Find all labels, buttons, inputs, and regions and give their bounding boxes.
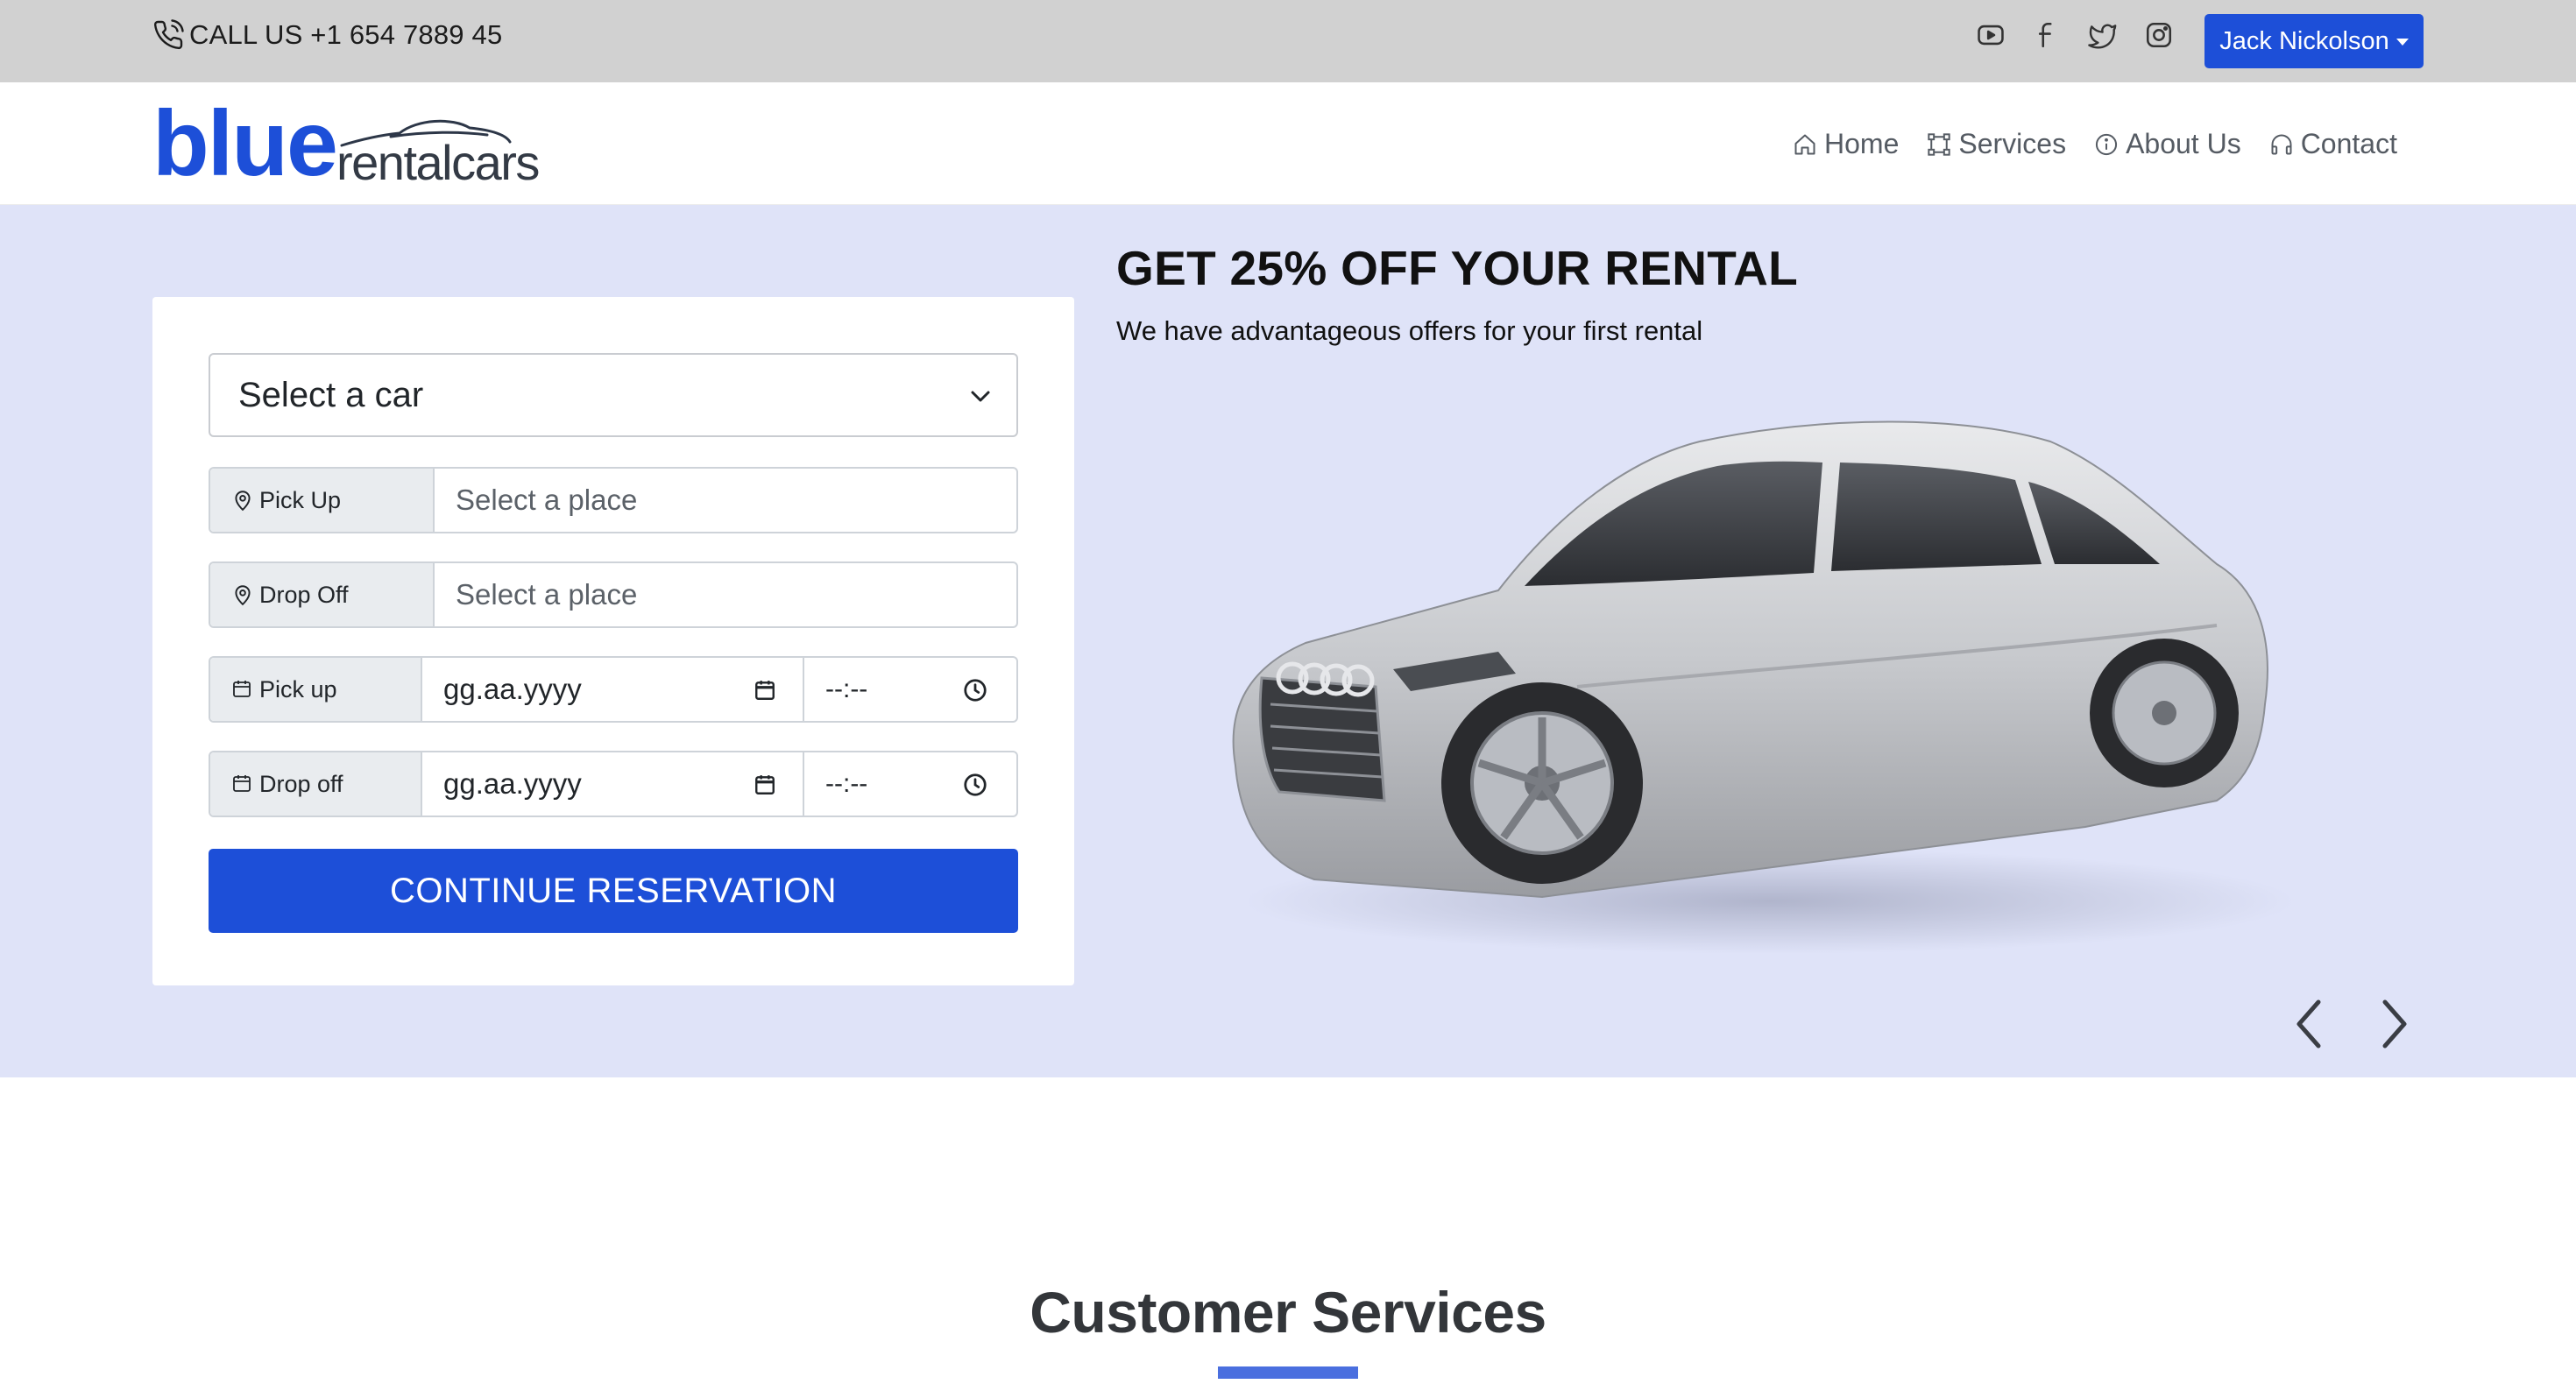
promo-subtitle: We have advantageous offers for your fir… bbox=[1116, 315, 1703, 346]
pickup-location-input[interactable]: Select a place bbox=[435, 469, 1016, 532]
logo-brand: blue bbox=[152, 92, 338, 195]
services-icon bbox=[1927, 132, 1951, 157]
navbar: blue rentalcars Home Services About Us C… bbox=[0, 82, 2576, 205]
nav-services[interactable]: Services bbox=[1927, 128, 2066, 160]
calendar-picker-icon[interactable] bbox=[754, 679, 776, 702]
calendar-icon bbox=[231, 773, 254, 795]
dropoff-time-input[interactable]: --:-- bbox=[804, 752, 1016, 816]
title-underline bbox=[1218, 1366, 1358, 1379]
social-links bbox=[1975, 19, 2175, 51]
headphones-icon bbox=[2269, 132, 2294, 157]
nav-contact-label: Contact bbox=[2300, 128, 2397, 159]
call-us[interactable]: CALL US +1 654 7889 45 bbox=[152, 18, 502, 53]
chevron-down-icon bbox=[971, 391, 990, 402]
dropoff-datetime-group: Drop off gg.aa.yyyy --:-- bbox=[209, 751, 1018, 817]
dropoff-location-label: Drop Off bbox=[210, 563, 435, 626]
dropoff-location-input[interactable]: Select a place bbox=[435, 563, 1016, 626]
instagram-icon[interactable] bbox=[2143, 19, 2175, 51]
hero-section: Select a car Pick Up Select a place Drop… bbox=[0, 205, 2576, 1077]
calendar-icon bbox=[231, 678, 254, 701]
car-select[interactable]: Select a car bbox=[209, 353, 1018, 437]
reservation-form: Select a car Pick Up Select a place Drop… bbox=[152, 297, 1074, 985]
facebook-icon[interactable] bbox=[2031, 19, 2063, 51]
nav-home[interactable]: Home bbox=[1793, 128, 1899, 160]
top-bar: CALL US +1 654 7889 45 Jack Nickolson bbox=[0, 0, 2576, 82]
nav-contact[interactable]: Contact bbox=[2269, 128, 2397, 160]
car-select-value: Select a car bbox=[238, 375, 424, 414]
pickup-datetime-group: Pick up gg.aa.yyyy --:-- bbox=[209, 656, 1018, 723]
info-icon bbox=[2094, 132, 2119, 157]
logo-tagline: rentalcars bbox=[336, 135, 540, 190]
user-menu-button[interactable]: Jack Nickolson bbox=[2204, 14, 2424, 68]
continue-reservation-button[interactable]: CONTINUE RESERVATION bbox=[209, 849, 1018, 933]
carousel-next-arrow[interactable] bbox=[2373, 993, 2417, 1055]
location-pin-icon bbox=[231, 489, 254, 512]
caret-down-icon bbox=[2396, 39, 2409, 46]
clock-icon[interactable] bbox=[962, 677, 988, 703]
pickup-location-group: Pick Up Select a place bbox=[209, 467, 1018, 533]
nav-about-label: About Us bbox=[2126, 128, 2241, 159]
pickup-time-input[interactable]: --:-- bbox=[804, 658, 1016, 721]
main-nav: Home Services About Us Contact bbox=[1793, 128, 2397, 160]
pickup-date-input[interactable]: gg.aa.yyyy bbox=[422, 658, 804, 721]
customer-services-title: Customer Services bbox=[1030, 1280, 1546, 1345]
phone-icon bbox=[152, 19, 184, 51]
dropoff-date-label: Drop off bbox=[210, 752, 422, 816]
car-image bbox=[1232, 420, 2296, 954]
location-pin-icon bbox=[231, 583, 254, 606]
clock-icon[interactable] bbox=[962, 772, 988, 798]
twitter-icon[interactable] bbox=[2087, 19, 2119, 51]
logo[interactable]: blue rentalcars bbox=[152, 92, 540, 195]
dropoff-date-input[interactable]: gg.aa.yyyy bbox=[422, 752, 804, 816]
nav-services-label: Services bbox=[1958, 128, 2067, 159]
nav-home-label: Home bbox=[1824, 128, 1900, 159]
pickup-location-label: Pick Up bbox=[210, 469, 435, 532]
nav-about[interactable]: About Us bbox=[2094, 128, 2241, 160]
pickup-date-label: Pick up bbox=[210, 658, 422, 721]
call-us-text: CALL US +1 654 7889 45 bbox=[189, 19, 503, 50]
promo-title: GET 25% OFF YOUR RENTAL bbox=[1116, 241, 1799, 295]
carousel-prev-arrow[interactable] bbox=[2287, 993, 2331, 1055]
home-icon bbox=[1793, 132, 1817, 157]
dropoff-location-group: Drop Off Select a place bbox=[209, 561, 1018, 628]
user-name: Jack Nickolson bbox=[2219, 26, 2389, 55]
youtube-icon[interactable] bbox=[1975, 19, 2006, 51]
calendar-picker-icon[interactable] bbox=[754, 773, 776, 796]
